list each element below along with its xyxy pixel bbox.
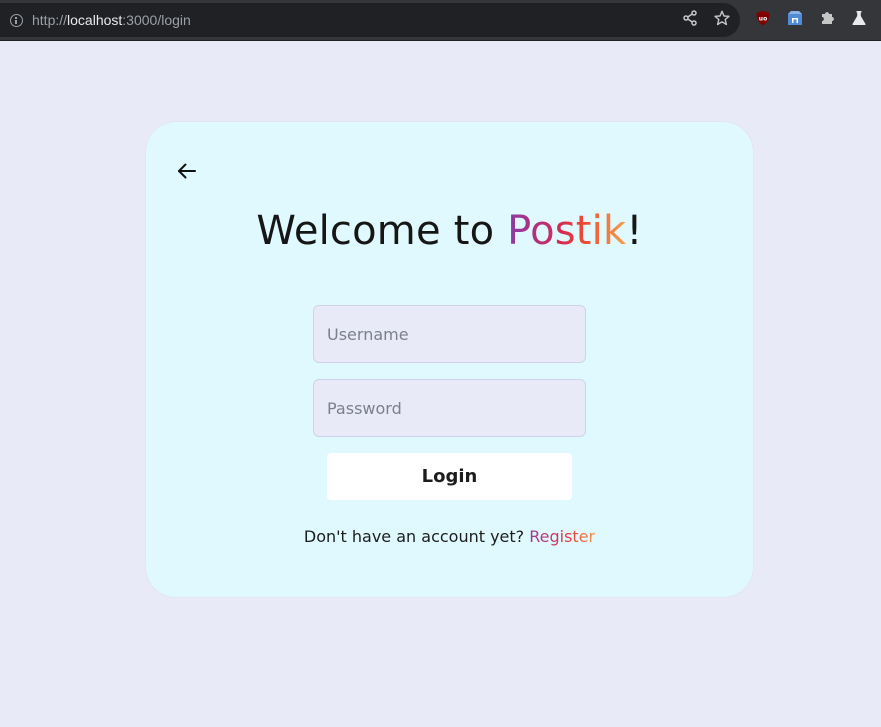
lab-icon[interactable] [851,10,867,26]
info-icon[interactable] [10,14,23,27]
username-input[interactable] [313,305,586,363]
register-link[interactable]: Register [529,527,595,546]
url-path: :3000/login [122,12,191,28]
password-input[interactable] [313,379,586,437]
url-text[interactable]: http://localhost:3000/login [32,12,191,28]
url-scheme: http:// [32,12,68,28]
login-button[interactable]: Login [327,453,572,500]
address-bar[interactable]: http://localhost:3000/login [0,3,740,37]
back-arrow-icon[interactable] [176,160,198,182]
share-icon[interactable] [682,10,698,26]
browser-toolbar: http://localhost:3000/login uo [0,0,881,41]
login-card: Welcome to Postik! Login Don't have an a… [146,122,753,597]
extension-icon[interactable] [787,10,803,26]
puzzle-icon[interactable] [819,10,835,26]
url-host: localhost [67,12,123,28]
page-title: Welcome to Postik! [146,208,753,254]
register-prompt-text: Don't have an account yet? [303,527,530,546]
svg-text:uo: uo [759,16,767,23]
title-prefix: Welcome to [256,208,508,254]
title-suffix: ! [626,208,643,254]
ublock-icon[interactable]: uo [755,10,771,26]
star-icon[interactable] [714,10,730,26]
brand-name: Postik [507,208,627,254]
register-prompt: Don't have an account yet? Register [146,527,753,546]
